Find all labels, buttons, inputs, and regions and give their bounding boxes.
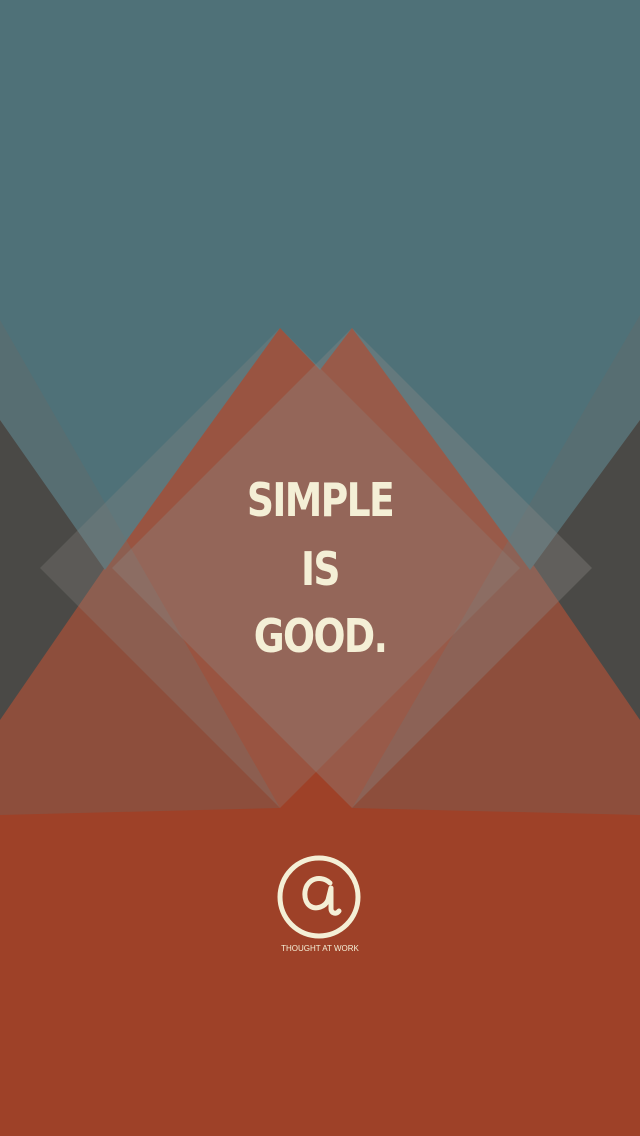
quote-line-1: SIMPLE (246, 473, 395, 527)
at-sign-icon (277, 855, 361, 939)
quote-line-2: IS (301, 542, 341, 596)
wallpaper: SIMPLE IS GOOD. THOUGHT AT WORK (0, 0, 640, 1136)
brand-name: THOUGHT AT WORK (281, 944, 359, 953)
quote-line-3: GOOD. (253, 609, 388, 663)
